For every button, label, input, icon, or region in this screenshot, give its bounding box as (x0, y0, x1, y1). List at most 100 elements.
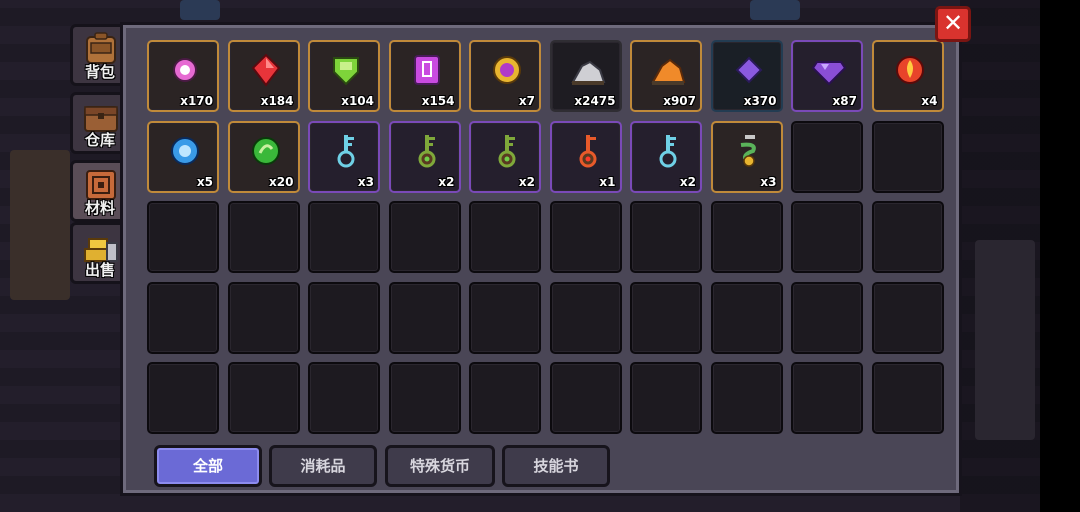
inventory-slot-empty[interactable] (871, 201, 944, 273)
inventory-slot-empty[interactable] (791, 281, 863, 354)
inventory-slot-empty[interactable] (630, 201, 702, 273)
green-key-icon (418, 134, 435, 167)
inventory-slot-empty[interactable] (549, 201, 622, 273)
inventory-slot-item[interactable]: x154 (388, 40, 461, 112)
inventory-slot-empty[interactable] (308, 281, 380, 354)
inventory-slot-item[interactable]: x5 (147, 120, 219, 193)
inventory-slot-empty[interactable] (147, 362, 219, 434)
background-lamp (180, 0, 220, 20)
purple-diamond-icon (811, 61, 847, 86)
side-tab-label: 材料 (84, 199, 115, 217)
inventory-slot-item[interactable]: x3 (710, 120, 783, 193)
inventory-slot-item[interactable]: x7 (469, 40, 541, 112)
inventory-slot-empty[interactable] (871, 281, 944, 354)
green-serpent-amulet-icon (740, 134, 756, 167)
inventory-slot-item[interactable]: x104 (308, 40, 380, 112)
side-tab-label: 出售 (84, 261, 115, 279)
inventory-slot-empty[interactable] (469, 281, 541, 354)
side-tab-label: 仓库 (84, 131, 115, 149)
inventory-slot-item[interactable]: x87 (791, 40, 863, 112)
inventory-slot-item[interactable]: x370 (710, 40, 783, 112)
green-orb-icon (251, 136, 280, 165)
inventory-slot-empty[interactable] (710, 362, 783, 434)
inventory-slot-empty[interactable] (308, 201, 380, 273)
inventory-slot-empty[interactable] (227, 362, 300, 434)
inventory-slot-item[interactable]: x2 (388, 120, 461, 193)
purple-coin-icon (493, 56, 521, 84)
inventory-slot-empty[interactable] (871, 120, 944, 193)
pink-orb-gem-icon (173, 58, 197, 82)
blue-orb-icon (171, 136, 199, 165)
inventory-slot-item[interactable]: x20 (227, 120, 300, 193)
inventory-slot-item[interactable]: x1 (549, 120, 622, 193)
filter-tab-all[interactable]: 全部 (154, 445, 262, 487)
inventory-slot-empty[interactable] (308, 362, 380, 434)
item-count: x3 (760, 174, 777, 189)
purple-crystal-cube-icon (413, 55, 440, 85)
green-emerald-icon (333, 57, 359, 86)
inventory-slot-item[interactable]: x2475 (549, 40, 622, 112)
green-key-icon (498, 134, 516, 167)
item-count: x7 (518, 94, 535, 108)
inventory-slot-empty[interactable] (388, 281, 461, 354)
screen-edge (1040, 0, 1080, 512)
inventory-slot-item[interactable]: x2 (469, 120, 541, 193)
item-count: x170 (180, 94, 213, 108)
violet-crystal-icon (735, 56, 762, 84)
item-count: x87 (832, 94, 857, 108)
item-count: x104 (341, 94, 374, 108)
inventory-slot-item[interactable]: x4 (871, 40, 944, 112)
inventory-slot-item[interactable]: x3 (308, 120, 380, 193)
inventory-slot-empty[interactable] (630, 362, 702, 434)
inventory-slot-empty[interactable] (227, 281, 300, 354)
item-count: x154 (421, 94, 455, 108)
materials-panel: x170 x184 x104 x154 x7 x2475 x907 x370 x87 x4 x5 x2… (120, 22, 962, 496)
filter-tab-consumables[interactable]: 消耗品 (269, 445, 377, 487)
item-count: x907 (663, 94, 696, 108)
background-machine (975, 240, 1035, 440)
inventory-slot-empty[interactable] (710, 201, 783, 273)
filter-tab-skill-books[interactable]: 技能书 (502, 445, 610, 487)
inventory-slot-empty[interactable] (871, 362, 944, 434)
orange-ore-pile-icon (651, 58, 686, 85)
background-npc (10, 150, 70, 300)
inventory-slot-empty[interactable] (710, 281, 783, 354)
inventory-slot-empty[interactable] (791, 201, 863, 273)
item-count: x2 (518, 174, 535, 189)
item-count: x370 (743, 94, 777, 108)
inventory-slot-item[interactable]: x907 (630, 40, 702, 112)
inventory-slot-empty[interactable] (227, 201, 300, 273)
red-key-icon (579, 134, 596, 167)
side-tab-label: 背包 (84, 63, 115, 81)
item-count: x3 (357, 174, 374, 189)
item-grid: x170 x184 x104 x154 x7 x2475 x907 x370 x87 x4 x5 x2… (147, 40, 947, 460)
inventory-slot-empty[interactable] (630, 281, 702, 354)
inventory-slot-item[interactable]: x2 (630, 120, 702, 193)
inventory-slot-item[interactable]: x170 (147, 40, 219, 112)
item-count: x20 (269, 174, 294, 189)
background-lamp (750, 0, 800, 20)
inventory-slot-item[interactable]: x184 (227, 40, 300, 112)
item-count: x1 (599, 174, 616, 189)
cyan-key-icon (337, 134, 355, 167)
inventory-slot-empty[interactable] (388, 201, 461, 273)
inventory-slot-empty[interactable] (791, 362, 863, 434)
close-button[interactable]: ✕ (935, 6, 971, 42)
inventory-slot-empty[interactable] (147, 281, 219, 354)
item-count: x2 (438, 174, 455, 189)
inventory-slot-empty[interactable] (469, 362, 541, 434)
red-ruby-icon (251, 53, 280, 87)
inventory-slot-empty[interactable] (791, 120, 863, 193)
item-count: x184 (260, 94, 294, 108)
item-count: x5 (196, 174, 213, 189)
inventory-slot-empty[interactable] (388, 362, 461, 434)
inventory-slot-empty[interactable] (549, 281, 622, 354)
inventory-slot-empty[interactable] (469, 201, 541, 273)
inventory-slot-empty[interactable] (549, 362, 622, 434)
fire-orb-icon (895, 56, 924, 84)
inventory-slot-empty[interactable] (147, 201, 219, 273)
item-count: x2475 (574, 94, 616, 108)
item-count: x4 (921, 94, 938, 108)
filter-tab-special-currency[interactable]: 特殊货币 (385, 445, 495, 487)
item-count: x2 (679, 174, 696, 189)
